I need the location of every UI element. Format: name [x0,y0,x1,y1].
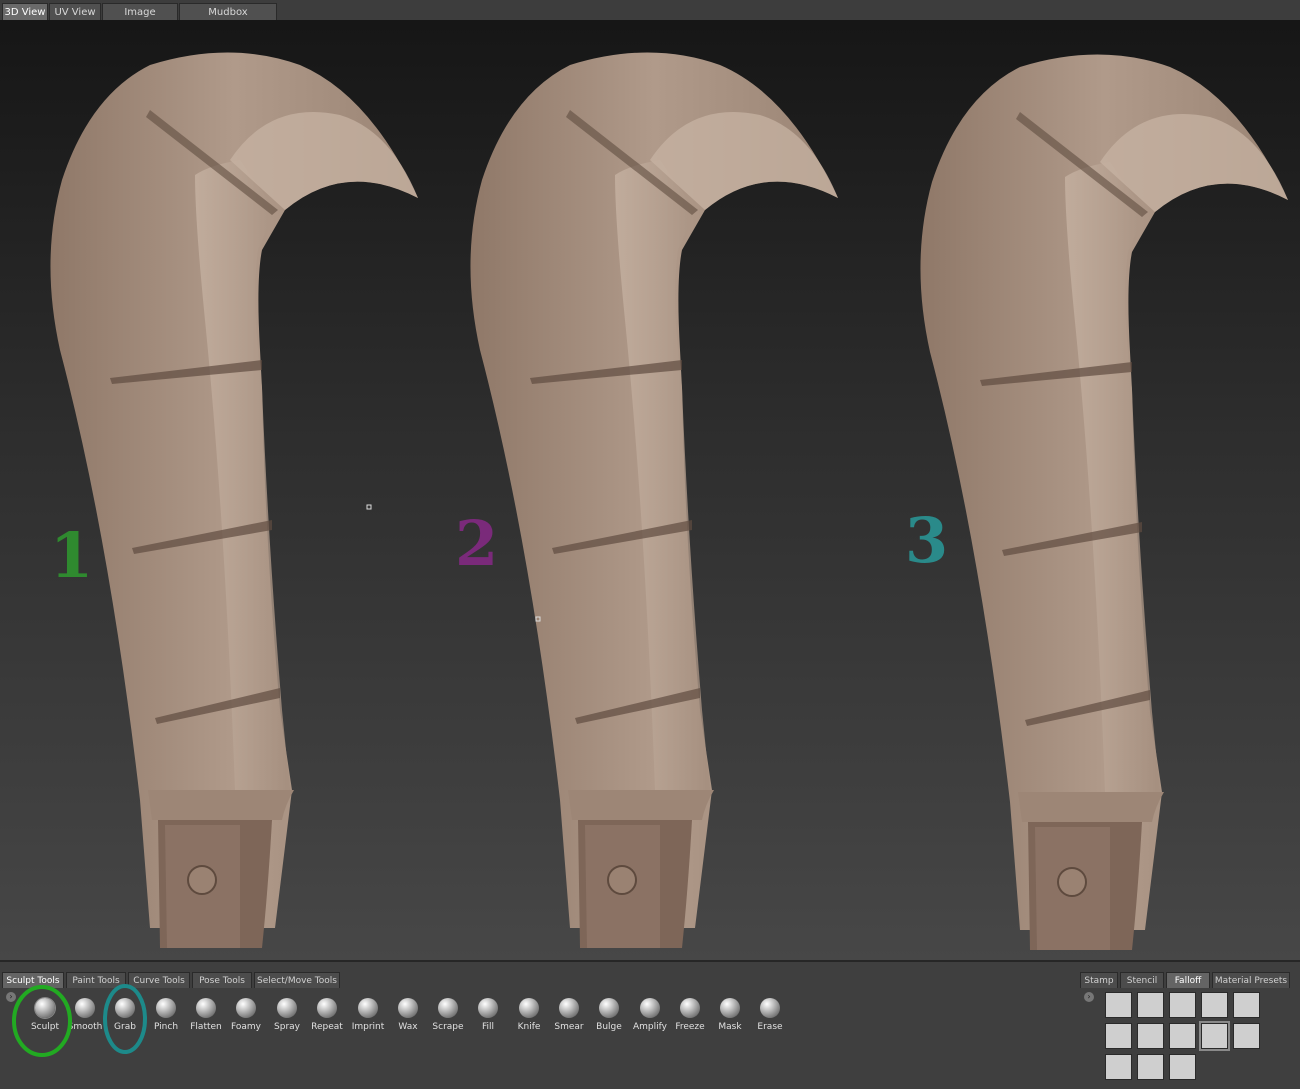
tab-material-presets[interactable]: Material Presets [1212,972,1290,988]
tool-spray[interactable]: Spray [267,990,307,1040]
bulge-icon [599,998,619,1018]
tool-erase[interactable]: Erase [750,990,790,1040]
tool-freeze[interactable]: Freeze [670,990,710,1040]
tab-stamp[interactable]: Stamp [1080,972,1118,988]
tab-image-browser[interactable]: Image Browser [102,3,178,35]
tool-scrape[interactable]: Scrape [428,990,468,1040]
scrape-icon [438,998,458,1018]
spray-icon [277,998,297,1018]
tool-flatten[interactable]: Flatten [186,990,226,1040]
tool-foamy[interactable]: Foamy [226,990,266,1040]
mask-icon [720,998,740,1018]
tool-bulge[interactable]: Bulge [589,990,629,1040]
falloff-preset[interactable] [1105,1054,1132,1080]
tab-falloff[interactable]: Falloff [1166,972,1210,988]
falloff-preset[interactable] [1169,1054,1196,1080]
tool-fill[interactable]: Fill [468,990,508,1040]
repeat-icon [317,998,337,1018]
flatten-icon [196,998,216,1018]
annotation-3: 3 [905,504,949,577]
smear-icon [559,998,579,1018]
falloff-preset[interactable] [1169,992,1196,1018]
fill-icon [478,998,498,1018]
tool-imprint[interactable]: Imprint [348,990,388,1040]
annotation-circles [12,984,147,1057]
foamy-icon [236,998,256,1018]
3d-viewport[interactable]: 1 2 3 [0,20,1300,960]
tab-pose-tools[interactable]: Pose Tools [192,972,252,988]
sculpt-highlight-circle [12,985,72,1057]
knife-icon [519,998,539,1018]
tab-select-move-tools[interactable]: Select/Move Tools [254,972,340,988]
tab-mudbox-community[interactable]: Mudbox Community [179,3,277,35]
falloff-preset[interactable] [1105,992,1132,1018]
annotation-1: 1 [50,519,94,592]
falloff-preset[interactable] [1201,992,1228,1018]
blade-model-2 [469,51,839,949]
grab-highlight-circle [103,984,147,1054]
tool-knife[interactable]: Knife [509,990,549,1040]
freeze-icon [680,998,700,1018]
falloff-preset[interactable] [1137,992,1164,1018]
tab-uv-view[interactable]: UV View [49,3,101,20]
tab-3d-view[interactable]: 3D View [2,3,48,20]
falloff-preset[interactable] [1233,992,1260,1018]
falloff-preset[interactable] [1137,1054,1164,1080]
falloff-tray-scroll-arrow[interactable]: › [1084,992,1094,1002]
blade-model-3 [919,53,1289,951]
imprint-icon [358,998,378,1018]
tab-stencil[interactable]: Stencil [1120,972,1164,988]
falloff-preset[interactable] [1105,1023,1132,1049]
tool-repeat[interactable]: Repeat [307,990,347,1040]
blade-model-1 [49,51,419,949]
vertex-marker [366,504,372,510]
falloff-preset-selected[interactable] [1201,1023,1228,1049]
view-tab-bar: 3D View UV View Image Browser Mudbox Com… [0,0,1300,35]
erase-icon [760,998,780,1018]
falloff-preset[interactable] [1169,1023,1196,1049]
falloff-preset[interactable] [1137,1023,1164,1049]
tool-smear[interactable]: Smear [549,990,589,1040]
tool-wax[interactable]: Wax [388,990,428,1040]
annotation-2: 2 [455,507,499,580]
falloff-preset[interactable] [1233,1023,1260,1049]
tool-amplify[interactable]: Amplify [630,990,670,1040]
wax-icon [398,998,418,1018]
amplify-icon [640,998,660,1018]
tool-mask[interactable]: Mask [710,990,750,1040]
